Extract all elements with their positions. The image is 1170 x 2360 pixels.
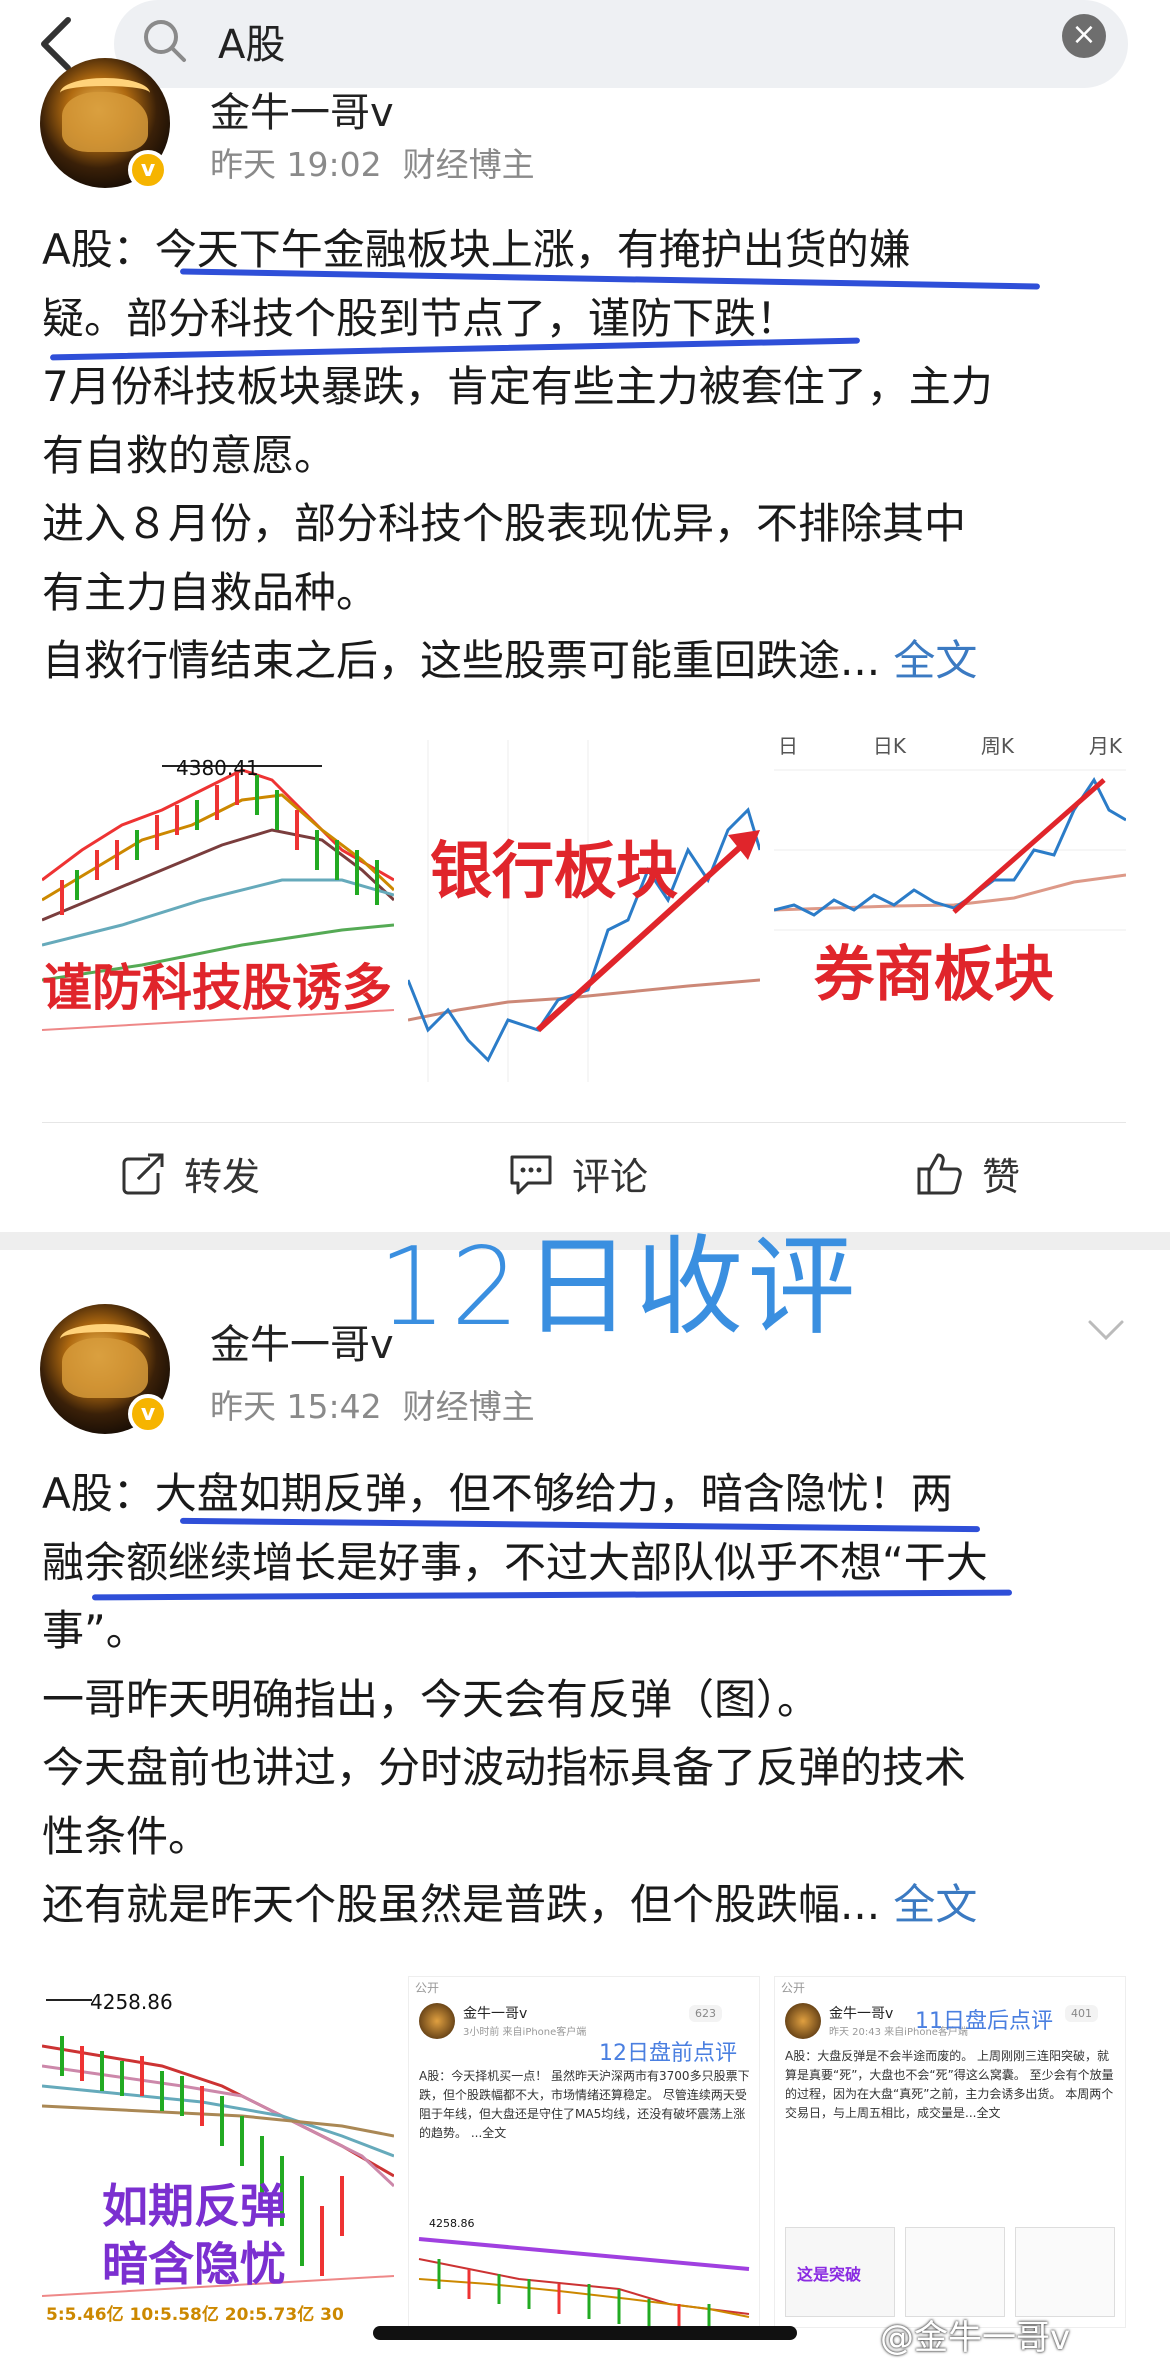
- home-indicator[interactable]: [373, 2326, 797, 2340]
- mini-avatar: [785, 2003, 821, 2039]
- tab-month-k: 月K: [1088, 734, 1122, 758]
- author-name[interactable]: 金牛一哥v: [210, 1312, 394, 1370]
- post-source: 财经博主: [402, 145, 535, 184]
- text-line: 自救行情结束之后，这些股票可能重回跌途...: [42, 636, 881, 685]
- mini-author: 金牛一哥v: [463, 2006, 528, 2022]
- text-line: 融余额继续增长是好事，不过大部队似乎不想“干大: [42, 1537, 988, 1587]
- post-image-broker-sector[interactable]: 日 日K 周K 月K 券商板块: [774, 730, 1126, 1082]
- tab-day-k: 日K: [872, 734, 906, 758]
- text-line: 今天盘前也讲过，分时波动指标具备了反弹的技术: [42, 1743, 967, 1792]
- post-image-rebound[interactable]: 4258.86 如期反弹 暗含隐忧 5:5.46亿 10:5.58亿 20:5.…: [42, 1976, 394, 2328]
- chevron-down-icon[interactable]: [1086, 1310, 1126, 1350]
- post-image-tech-stocks[interactable]: 4380.41 谨防科技股诱多: [42, 730, 394, 1082]
- repost-label: 转发: [184, 1155, 261, 1199]
- text-line: 还有就是昨天个股虽然是普跌，但个股跌幅...: [42, 1880, 881, 1929]
- mini-thumbnail: [1015, 2227, 1115, 2317]
- text-line: 有主力自救品种。: [42, 567, 379, 617]
- mini-title: 11日盘后点评: [915, 2009, 1053, 2034]
- mini-author: 金牛一哥v: [829, 2006, 894, 2022]
- mini-chart: [418, 2237, 750, 2327]
- verified-badge-icon: v: [128, 150, 168, 190]
- text-line: 一哥昨天明确指出，今天会有反弹（图）。: [42, 1674, 820, 1724]
- mini-text: A股：今天择机买一点！ 虽然昨天沪深两市有3700多只股票下跌，但个股跌幅都不大…: [419, 2069, 750, 2140]
- watermark: @金牛一哥v: [880, 2318, 1071, 2358]
- comment-icon: [510, 1155, 552, 1194]
- read-more-link[interactable]: 全文: [893, 636, 977, 685]
- search-query-text: A股: [218, 22, 286, 68]
- text-line: 进入８月份，部分科技个股表现优异，不排除其中: [42, 499, 967, 548]
- tab-day: 日: [778, 734, 798, 758]
- text-line: 7月份科技板块暴跌，肯定有些主力被套住了，主力: [42, 362, 993, 411]
- verified-badge-icon: v: [128, 1394, 168, 1434]
- mini-caption: 这是突破: [797, 2265, 862, 2284]
- post-time: 昨天 15:42: [210, 1387, 382, 1426]
- share-icon: [122, 1150, 166, 1194]
- image-caption: 银行板块: [430, 834, 679, 907]
- text-line: 性条件。: [42, 1811, 211, 1861]
- post-image-bank-sector[interactable]: 银行板块: [408, 730, 760, 1082]
- post-image-premarket-screenshot[interactable]: 公开 金牛一哥v 3小时前 来自iPhone客户端 623 12日盘前点评 A股…: [408, 1976, 760, 2328]
- overlay-title: 12日收评: [378, 1225, 860, 1350]
- like-label: 赞: [982, 1155, 1021, 1199]
- mini-meta: 3小时前 来自iPhone客户端: [463, 2027, 587, 2038]
- mini-avatar: [419, 2003, 455, 2039]
- chart-price-label: 4258.86: [90, 1990, 173, 2014]
- line-chart: [774, 769, 1126, 931]
- mini-thumbnail: [905, 2227, 1005, 2317]
- post-meta: 昨天 19:02 财经博主: [210, 138, 535, 186]
- like-button[interactable]: 赞: [916, 1146, 1020, 1201]
- post-image-aftermarket-screenshot[interactable]: 公开 金牛一哥v 昨天 20:43 来自iPhone客户端 401 11日盘后点…: [774, 1976, 1126, 2328]
- image-caption: 谨防科技股诱多: [42, 959, 392, 1017]
- clear-search-button[interactable]: ×: [1062, 14, 1106, 58]
- comment-button[interactable]: 评论: [508, 1146, 648, 1201]
- mini-badge: 623: [689, 2005, 722, 2022]
- mini-text: A股：大盘反弹是不会半途而废的。 上周刚刚三连阳突破，就算是真要“死”，大盘也不…: [785, 2049, 1114, 2120]
- visibility-label: 公开: [415, 1981, 440, 1995]
- search-icon: [144, 20, 186, 62]
- text-line: 有自救的意愿。: [42, 430, 337, 480]
- search-header: A股 ×: [0, 0, 1170, 90]
- text-line: 事”。: [42, 1606, 148, 1655]
- post-time: 昨天 19:02: [210, 145, 382, 184]
- divider: [42, 1122, 1126, 1123]
- mini-badge: 401: [1065, 2005, 1098, 2022]
- chart-price-label: 4380.41: [176, 756, 259, 780]
- post-source: 财经博主: [402, 1387, 535, 1426]
- image-caption: 如期反弹: [102, 2179, 286, 2233]
- comment-label: 评论: [572, 1155, 649, 1199]
- mini-title: 12日盘前点评: [599, 2041, 737, 2066]
- post-meta: 昨天 15:42 财经博主: [210, 1380, 535, 1428]
- kline-tabs: 日 日K 周K 月K: [774, 730, 1126, 759]
- image-caption: 券商板块: [814, 940, 1054, 1010]
- candlestick-chart: [42, 765, 394, 1031]
- tab-week-k: 周K: [980, 734, 1014, 758]
- read-more-link[interactable]: 全文: [893, 1880, 977, 1929]
- author-name[interactable]: 金牛一哥v: [210, 80, 394, 138]
- volume-stats: 5:5.46亿 10:5.58亿 20:5.73亿 30: [46, 2305, 344, 2325]
- visibility-label: 公开: [781, 1981, 806, 1995]
- repost-button[interactable]: 转发: [120, 1146, 260, 1201]
- thumbs-up-icon: [917, 1153, 962, 1194]
- image-caption: 暗含隐忧: [102, 2237, 286, 2291]
